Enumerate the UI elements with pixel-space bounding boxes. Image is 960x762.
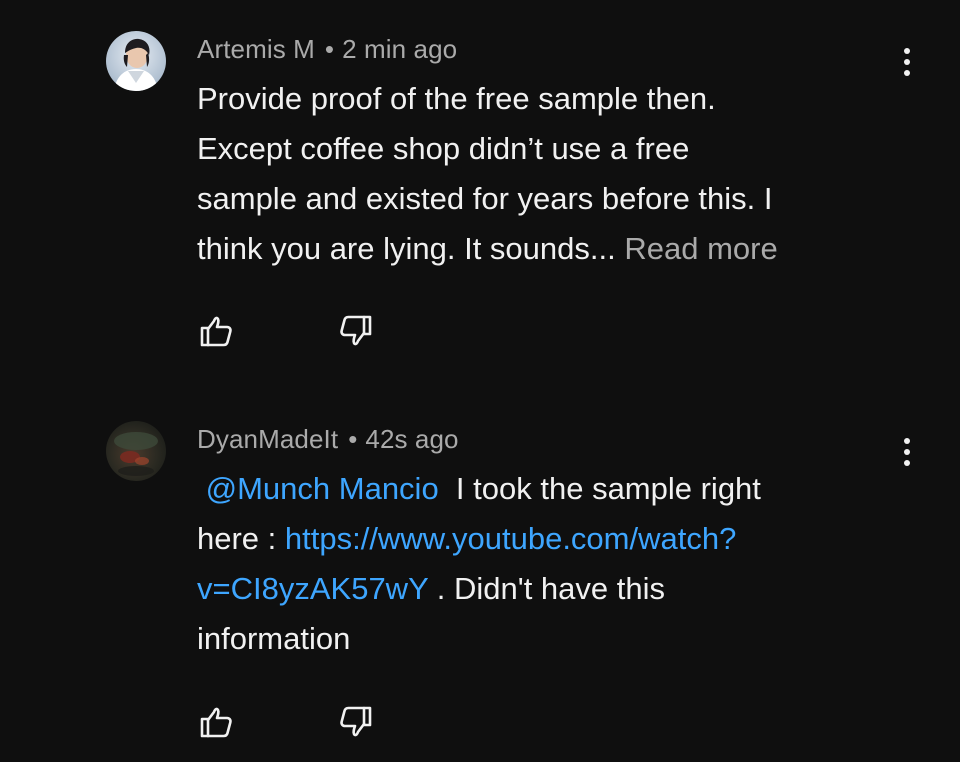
dislike-button[interactable] [336, 702, 376, 742]
comment-line: here : https://www.youtube.com/watch? [197, 514, 917, 564]
dislike-button[interactable] [336, 311, 376, 351]
comment-line-text: think you are lying. It sounds... [197, 231, 616, 266]
thumbs-down-icon [340, 315, 372, 346]
comment-line: Except coffee shop didn’t use a free [197, 131, 690, 166]
comment-text: @Munch Mancio I took the sample right he… [197, 464, 917, 664]
meta-separator: • [324, 34, 335, 64]
comment-line: @Munch Mancio I took the sample right [197, 464, 917, 514]
menu-dot [904, 59, 910, 65]
comment-text: Provide proof of the free sample then. E… [197, 74, 917, 274]
comment: Artemis M • 2 min ago Provide proof of the… [0, 0, 960, 390]
comment-line: information [197, 621, 351, 656]
comment: DyanMadeIt • 42s ago @Munch Mancio I took … [0, 392, 960, 762]
like-button[interactable] [196, 702, 236, 742]
menu-dot [904, 449, 910, 455]
meta-separator: • [348, 424, 358, 454]
comment-line: Provide proof of the free sample then. [197, 81, 716, 116]
thumbs-up-icon [200, 707, 232, 738]
comment-meta: Artemis M • 2 min ago [197, 34, 457, 65]
avatar[interactable] [106, 421, 166, 481]
menu-dot [904, 48, 910, 54]
avatar-image [106, 421, 166, 481]
video-link-continued[interactable]: v=CI8yzAK57wY [197, 571, 428, 606]
comment-time: 2 min ago [342, 34, 458, 64]
thumbs-up-icon [200, 316, 232, 347]
menu-dot [904, 70, 910, 76]
avatar[interactable] [106, 31, 166, 91]
menu-dot [904, 460, 910, 466]
comment-line-last: think you are lying. It sounds... Read m… [197, 224, 917, 274]
menu-dot [904, 438, 910, 444]
comment-line-text: . Didn't have this [428, 571, 666, 606]
thumbs-down-icon [340, 706, 372, 737]
author-name[interactable]: DyanMadeIt [197, 424, 338, 454]
comment-meta: DyanMadeIt • 42s ago [197, 424, 459, 455]
mention-link[interactable]: @Munch Mancio [206, 471, 439, 506]
read-more-link[interactable]: Read more [624, 231, 777, 266]
comment-line: v=CI8yzAK57wY . Didn't have this [197, 564, 917, 614]
video-link[interactable]: https://www.youtube.com/watch? [285, 521, 736, 556]
more-vert-icon[interactable] [893, 432, 921, 472]
like-button[interactable] [196, 311, 236, 351]
more-vert-icon[interactable] [893, 42, 921, 82]
avatar-image [106, 31, 166, 91]
comment-line-text: I took the sample right [447, 471, 761, 506]
comment-line-text: here : [197, 521, 285, 556]
comment-line: sample and existed for years before this… [197, 181, 773, 216]
author-name[interactable]: Artemis M [197, 34, 315, 64]
comment-time: 42s ago [365, 424, 459, 454]
